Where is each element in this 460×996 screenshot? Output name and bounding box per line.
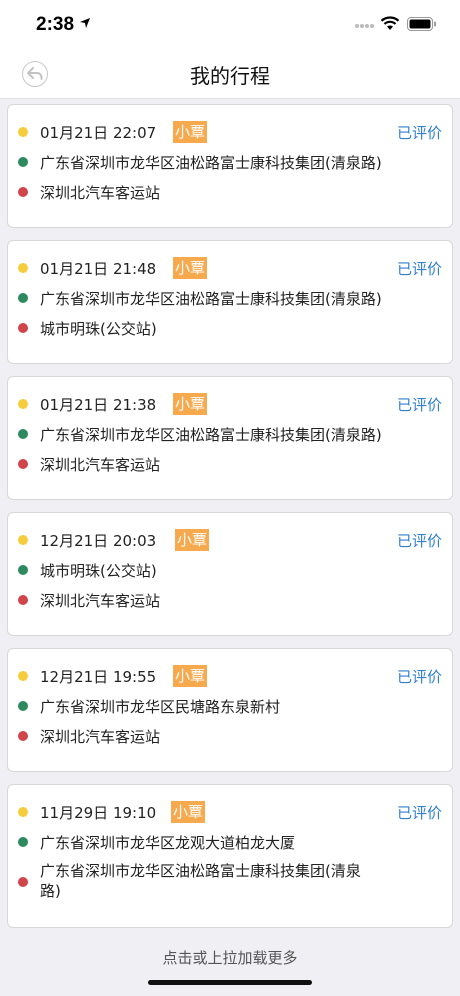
time-dot-icon	[18, 127, 28, 137]
battery-icon	[407, 17, 436, 31]
trip-time: 01月21日 22:07	[40, 123, 157, 142]
start-dot-icon	[18, 565, 28, 575]
wifi-icon	[380, 16, 400, 30]
trip-card[interactable]: 01月21日 21:38 小覃 已评价 广东省深圳市龙华区油松路富士康科技集团(…	[7, 376, 453, 500]
status-time: 2:38	[36, 14, 75, 35]
end-dot-icon	[18, 459, 28, 469]
page-title: 我的行程	[190, 64, 270, 88]
time-dot-icon	[18, 671, 28, 681]
trip-end: 深圳北汽车客运站	[40, 591, 161, 610]
trip-card[interactable]: 12月21日 19:55 小覃 已评价 广东省深圳市龙华区民塘路东泉新村 深圳北…	[7, 648, 453, 772]
driver-tag: 小覃	[175, 529, 210, 551]
rated-status-link[interactable]: 已评价	[397, 802, 442, 823]
rated-status-link[interactable]: 已评价	[397, 666, 442, 687]
start-dot-icon	[18, 701, 28, 711]
end-dot-icon	[18, 877, 28, 887]
end-dot-icon	[18, 187, 28, 197]
driver-tag: 小覃	[173, 121, 208, 143]
trip-card[interactable]: 12月21日 20:03 小覃 已评价 城市明珠(公交站) 深圳北汽车客运站	[7, 512, 453, 636]
trip-start: 广东省深圳市龙华区油松路富士康科技集团(清泉路)	[40, 153, 382, 172]
status-bar: 2:38	[0, 0, 460, 50]
start-dot-icon	[18, 157, 28, 167]
trip-start: 广东省深圳市龙华区油松路富士康科技集团(清泉路)	[40, 289, 382, 308]
trip-end: 深圳北汽车客运站	[40, 455, 161, 474]
rated-status-link[interactable]: 已评价	[397, 258, 442, 279]
trip-start: 广东省深圳市龙华区油松路富士康科技集团(清泉路)	[40, 425, 382, 444]
start-dot-icon	[18, 837, 28, 847]
end-dot-icon	[18, 595, 28, 605]
driver-tag: 小覃	[173, 665, 208, 687]
driver-tag: 小覃	[173, 393, 208, 415]
trip-end: 城市明珠(公交站)	[40, 319, 157, 338]
rated-status-link[interactable]: 已评价	[397, 394, 442, 415]
cell-signal-icon	[355, 24, 374, 28]
start-dot-icon	[18, 429, 28, 439]
time-dot-icon	[18, 535, 28, 545]
driver-tag: 小覃	[173, 257, 208, 279]
trip-start: 城市明珠(公交站)	[40, 561, 157, 580]
end-dot-icon	[18, 731, 28, 741]
time-dot-icon	[18, 263, 28, 273]
load-more-button[interactable]: 点击或上拉加载更多	[0, 947, 460, 968]
driver-tag: 小覃	[171, 801, 206, 823]
trip-time: 01月21日 21:48	[40, 259, 157, 278]
start-dot-icon	[18, 293, 28, 303]
trip-card[interactable]: 11月29日 19:10 小覃 已评价 广东省深圳市龙华区龙观大道柏龙大厦 广东…	[7, 784, 453, 928]
navigation-bar: 我的行程	[0, 50, 460, 99]
trip-time: 12月21日 19:55	[40, 667, 157, 686]
location-arrow-icon	[80, 18, 90, 28]
time-dot-icon	[18, 807, 28, 817]
home-indicator	[148, 980, 312, 985]
rated-status-link[interactable]: 已评价	[397, 530, 442, 551]
time-dot-icon	[18, 399, 28, 409]
trip-start: 广东省深圳市龙华区民塘路东泉新村	[40, 697, 281, 716]
trip-start: 广东省深圳市龙华区龙观大道柏龙大厦	[40, 833, 296, 852]
trip-card[interactable]: 01月21日 22:07 小覃 已评价 广东省深圳市龙华区油松路富士康科技集团(…	[7, 104, 453, 228]
rated-status-link[interactable]: 已评价	[397, 122, 442, 143]
trip-time: 01月21日 21:38	[40, 395, 157, 414]
end-dot-icon	[18, 323, 28, 333]
trip-time: 11月29日 19:10	[40, 803, 157, 822]
trip-end: 广东省深圳市龙华区油松路富士康科技集团(清泉路)	[40, 862, 361, 900]
trip-card[interactable]: 01月21日 21:48 小覃 已评价 广东省深圳市龙华区油松路富士康科技集团(…	[7, 240, 453, 364]
trip-end: 深圳北汽车客运站	[40, 727, 161, 746]
trip-time: 12月21日 20:03	[40, 531, 157, 550]
trip-end: 深圳北汽车客运站	[40, 183, 161, 202]
